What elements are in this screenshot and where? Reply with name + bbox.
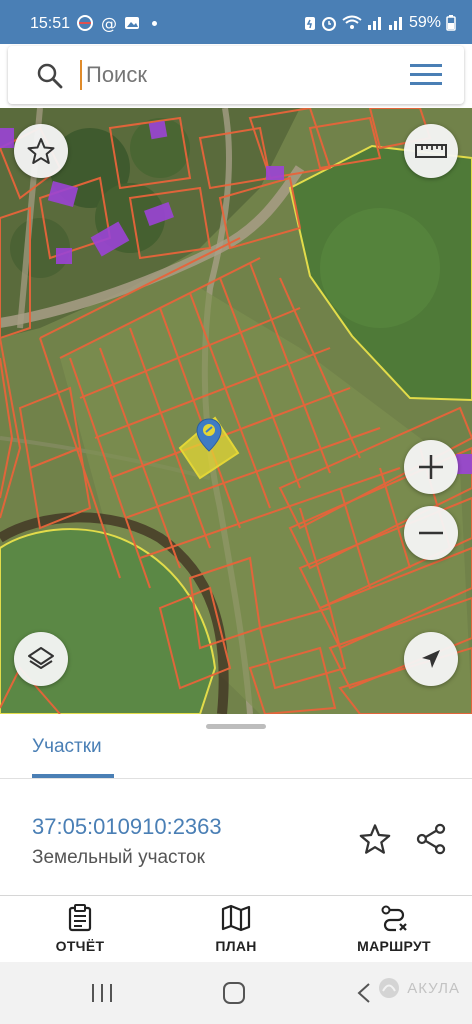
- report-label: ОТЧЁТ: [55, 938, 105, 954]
- location-pin-icon[interactable]: [196, 418, 222, 452]
- battery-saver-icon: [304, 17, 315, 30]
- at-icon: @: [101, 14, 117, 32]
- back-icon[interactable]: [356, 982, 372, 1004]
- my-location-button[interactable]: [404, 632, 458, 686]
- search-bar: [8, 46, 464, 104]
- favorite-star-icon[interactable]: [358, 822, 392, 856]
- notification-dot-icon: [152, 20, 157, 26]
- sync-icon: [77, 15, 93, 31]
- home-icon[interactable]: [222, 982, 246, 1004]
- layers-icon: [28, 647, 54, 669]
- search-icon[interactable]: [36, 62, 64, 90]
- divider: [0, 778, 472, 779]
- route-button[interactable]: МАРШРУТ: [334, 904, 454, 954]
- text-cursor: [80, 60, 82, 90]
- star-icon: [27, 138, 55, 164]
- report-button[interactable]: ОТЧЁТ: [20, 904, 140, 954]
- status-time: 15:51: [30, 15, 71, 32]
- search-input[interactable]: [80, 58, 380, 92]
- sheet-drag-handle[interactable]: [206, 724, 266, 729]
- wifi-icon: [342, 15, 362, 29]
- battery-level: 59%: [408, 14, 441, 31]
- signal-icon: [367, 17, 381, 30]
- system-nav-bar: АКУЛА: [0, 962, 472, 1024]
- route-label: МАРШРУТ: [357, 938, 431, 954]
- route-icon: [381, 905, 407, 932]
- favorites-button[interactable]: [14, 124, 68, 178]
- action-bar: ОТЧЁТ ПЛАН МАРШРУТ: [0, 896, 472, 962]
- status-bar: 15:51 @ 59%: [0, 0, 472, 44]
- ruler-button[interactable]: [404, 124, 458, 178]
- report-icon: [68, 904, 92, 932]
- plan-button[interactable]: ПЛАН: [176, 904, 296, 954]
- map-view[interactable]: [0, 108, 472, 714]
- share-icon[interactable]: [414, 822, 448, 856]
- watermark-text: АКУЛА: [407, 979, 460, 997]
- navigation-arrow-icon: [422, 650, 440, 668]
- gallery-icon: [125, 17, 139, 29]
- signal-2-icon: [388, 17, 402, 30]
- alarm-icon: [321, 17, 336, 31]
- recent-apps-icon[interactable]: [90, 982, 114, 1004]
- map-plan-icon: [221, 904, 251, 932]
- zoom-in-button[interactable]: [404, 440, 458, 494]
- parcel-type: Земельный участок: [32, 847, 205, 868]
- parcel-cadastral-number[interactable]: 37:05:010910:2363: [32, 814, 222, 840]
- minus-icon: [419, 531, 443, 535]
- layers-button[interactable]: [14, 632, 68, 686]
- satellite-map[interactable]: [0, 108, 472, 714]
- zoom-out-button[interactable]: [404, 506, 458, 560]
- ruler-icon: [415, 144, 447, 158]
- tab-parcels[interactable]: Участки: [32, 736, 102, 758]
- menu-icon[interactable]: [410, 64, 442, 86]
- watermark-logo-icon: [379, 978, 400, 998]
- svg-text:@: @: [101, 14, 117, 32]
- battery-icon: [446, 15, 456, 31]
- plan-label: ПЛАН: [215, 938, 257, 954]
- plus-icon: [419, 455, 443, 479]
- watermark: АКУЛА: [377, 976, 460, 1000]
